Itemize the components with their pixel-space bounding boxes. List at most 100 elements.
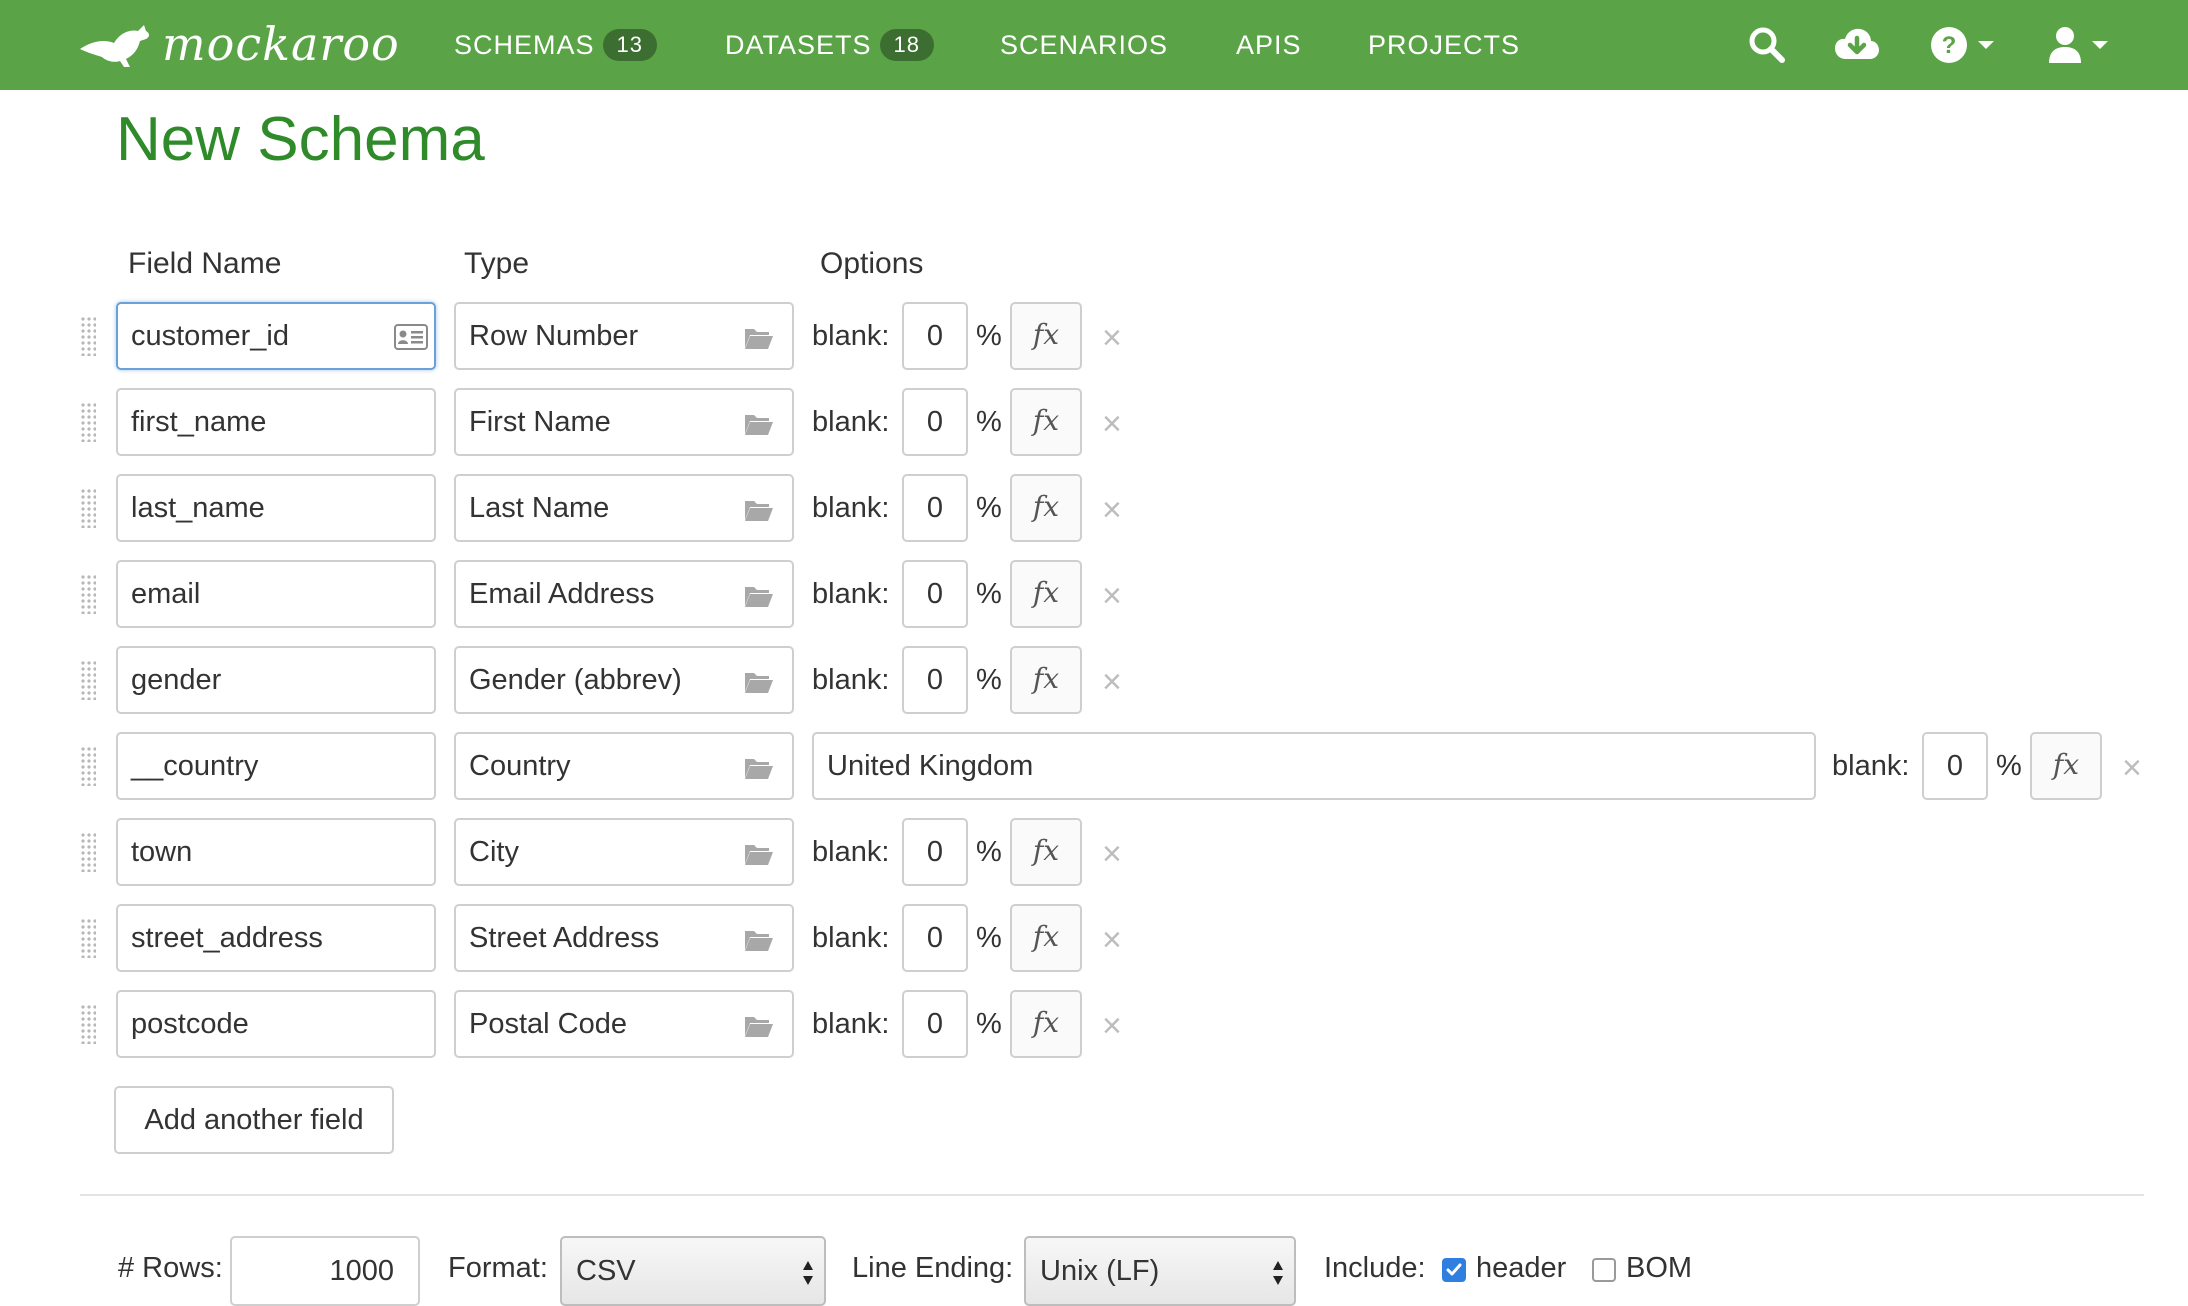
drag-handle-icon[interactable] xyxy=(80,660,96,700)
field-type-select[interactable]: City xyxy=(454,818,794,886)
help-icon: ? xyxy=(1931,27,1967,63)
field-name-input[interactable]: __country xyxy=(116,732,436,800)
nav-schemas-label: SCHEMAS xyxy=(454,29,595,60)
checkmark-icon xyxy=(1446,1263,1462,1276)
nav-datasets-label: DATASETS xyxy=(725,29,872,60)
header-checkbox[interactable] xyxy=(1442,1258,1466,1282)
field-row: town City blank: 0 % fx × xyxy=(0,818,2188,886)
field-row: last_name Last Name blank: 0 % fx × xyxy=(0,474,2188,542)
drag-handle-icon[interactable] xyxy=(80,746,96,786)
rows-label: # Rows: xyxy=(118,1252,223,1284)
brand-name: mockaroo xyxy=(162,17,400,71)
formula-button[interactable]: fx xyxy=(1010,474,1082,542)
field-name-input[interactable]: customer_id xyxy=(116,302,436,370)
field-type-select[interactable]: Email Address xyxy=(454,560,794,628)
nav-scenarios[interactable]: SCENARIOS xyxy=(1000,0,1168,90)
field-row: first_name First Name blank: 0 % fx × xyxy=(0,388,2188,456)
remove-field-icon[interactable]: × xyxy=(1102,390,1122,458)
add-another-field-button[interactable]: Add another field xyxy=(114,1086,394,1154)
field-type-value: City xyxy=(469,836,519,868)
help-menu[interactable]: ? xyxy=(1930,22,1994,68)
field-name-input[interactable]: last_name xyxy=(116,474,436,542)
drag-handle-icon[interactable] xyxy=(80,918,96,958)
field-type-select[interactable]: First Name xyxy=(454,388,794,456)
remove-field-icon[interactable]: × xyxy=(1102,906,1122,974)
formula-button[interactable]: fx xyxy=(1010,302,1082,370)
user-menu[interactable] xyxy=(2048,22,2108,68)
line-ending-select[interactable]: Unix (LF) xyxy=(1024,1236,1296,1306)
formula-button[interactable]: fx xyxy=(1010,560,1082,628)
nav-apis-label: APIS xyxy=(1236,29,1302,60)
drag-handle-icon[interactable] xyxy=(80,316,96,356)
drag-handle-icon[interactable] xyxy=(80,402,96,442)
search-button[interactable] xyxy=(1748,22,1786,68)
formula-button[interactable]: fx xyxy=(1010,904,1082,972)
blank-percent-input[interactable]: 0 xyxy=(902,302,968,370)
formula-button[interactable]: fx xyxy=(1010,646,1082,714)
blank-label: blank: xyxy=(812,836,890,868)
formula-button[interactable]: fx xyxy=(1010,818,1082,886)
remove-field-icon[interactable]: × xyxy=(1102,562,1122,630)
field-name-input[interactable]: first_name xyxy=(116,388,436,456)
bom-checkbox-label: BOM xyxy=(1626,1252,1693,1284)
blank-percent-input[interactable]: 0 xyxy=(902,818,968,886)
field-type-select[interactable]: Street Address xyxy=(454,904,794,972)
field-type-value: Gender (abbrev) xyxy=(469,664,682,696)
country-option-input[interactable]: United Kingdom xyxy=(812,732,1816,800)
folder-open-icon xyxy=(745,931,773,951)
remove-field-icon[interactable]: × xyxy=(1102,476,1122,544)
download-button[interactable] xyxy=(1834,22,1880,68)
nav-datasets[interactable]: DATASETS 18 xyxy=(725,0,935,90)
blank-percent-input[interactable]: 0 xyxy=(902,474,968,542)
field-name-input[interactable]: town xyxy=(116,818,436,886)
nav-schemas[interactable]: SCHEMAS 13 xyxy=(454,0,658,90)
folder-open-icon xyxy=(745,759,773,779)
format-select[interactable]: CSV xyxy=(560,1236,826,1306)
blank-percent-input[interactable]: 0 xyxy=(902,646,968,714)
remove-field-icon[interactable]: × xyxy=(1102,304,1122,372)
remove-field-icon[interactable]: × xyxy=(1102,648,1122,716)
field-type-select[interactable]: Last Name xyxy=(454,474,794,542)
field-name-input[interactable]: street_address xyxy=(116,904,436,972)
blank-percent-input[interactable]: 0 xyxy=(902,560,968,628)
blank-percent-input[interactable]: 0 xyxy=(902,990,968,1058)
drag-handle-icon[interactable] xyxy=(80,1004,96,1044)
help-chevron-down-icon xyxy=(1978,41,1994,49)
select-arrows-icon xyxy=(803,1261,813,1285)
blank-percent-input[interactable]: 0 xyxy=(902,904,968,972)
formula-button[interactable]: fx xyxy=(1010,990,1082,1058)
field-name-input[interactable]: email xyxy=(116,560,436,628)
brand-logo[interactable]: mockaroo xyxy=(78,14,400,74)
options-header: Options xyxy=(820,247,924,280)
remove-field-icon[interactable]: × xyxy=(1102,820,1122,888)
id-card-icon[interactable] xyxy=(394,324,428,350)
percent-sign: % xyxy=(976,1008,1002,1040)
drag-handle-icon[interactable] xyxy=(80,832,96,872)
field-row: street_address Street Address blank: 0 %… xyxy=(0,904,2188,972)
formula-button[interactable]: fx xyxy=(1010,388,1082,456)
remove-field-icon[interactable]: × xyxy=(1102,992,1122,1060)
nav-projects[interactable]: PROJECTS xyxy=(1368,0,1520,90)
field-type-select[interactable]: Gender (abbrev) xyxy=(454,646,794,714)
field-type-select[interactable]: Postal Code xyxy=(454,990,794,1058)
folder-open-icon xyxy=(745,587,773,607)
blank-percent-input[interactable]: 0 xyxy=(1922,732,1988,800)
bom-checkbox[interactable] xyxy=(1592,1258,1616,1282)
field-type-select[interactable]: Row Number xyxy=(454,302,794,370)
percent-sign: % xyxy=(976,922,1002,954)
blank-label: blank: xyxy=(812,664,890,696)
blank-label: blank: xyxy=(812,922,890,954)
field-row: __country Country United Kingdom blank: … xyxy=(0,732,2188,800)
rows-count-input[interactable]: 1000 xyxy=(230,1236,420,1306)
field-name-input[interactable]: postcode xyxy=(116,990,436,1058)
field-name-input[interactable]: gender xyxy=(116,646,436,714)
field-type-select[interactable]: Country xyxy=(454,732,794,800)
drag-handle-icon[interactable] xyxy=(80,488,96,528)
nav-apis[interactable]: APIS xyxy=(1236,0,1302,90)
blank-percent-input[interactable]: 0 xyxy=(902,388,968,456)
field-row: customer_id Row Number blank: 0 % fx × xyxy=(0,302,2188,370)
drag-handle-icon[interactable] xyxy=(80,574,96,614)
remove-field-icon[interactable]: × xyxy=(2122,734,2142,802)
folder-open-icon xyxy=(745,673,773,693)
formula-button[interactable]: fx xyxy=(2030,732,2102,800)
